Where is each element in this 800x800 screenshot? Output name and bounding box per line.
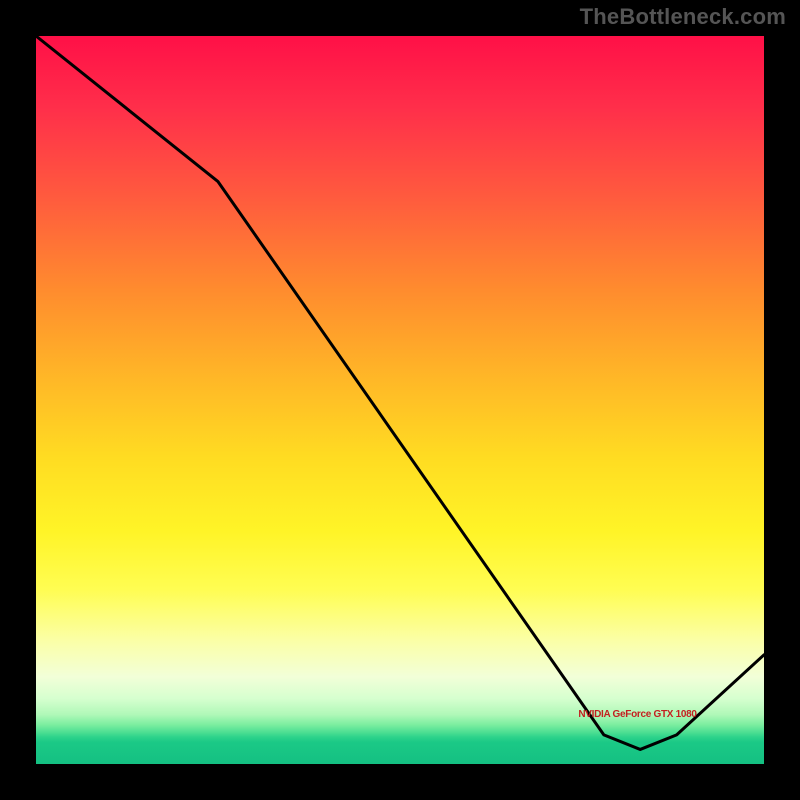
plot-area: NVIDIA GeForce GTX 1080 xyxy=(30,30,770,770)
chart-container: TheBottleneck.com NVIDIA GeForce GTX 108… xyxy=(0,0,800,800)
bottleneck-line xyxy=(36,36,764,764)
watermark-text: TheBottleneck.com xyxy=(580,4,786,30)
gpu-annotation: NVIDIA GeForce GTX 1080 xyxy=(578,709,696,720)
